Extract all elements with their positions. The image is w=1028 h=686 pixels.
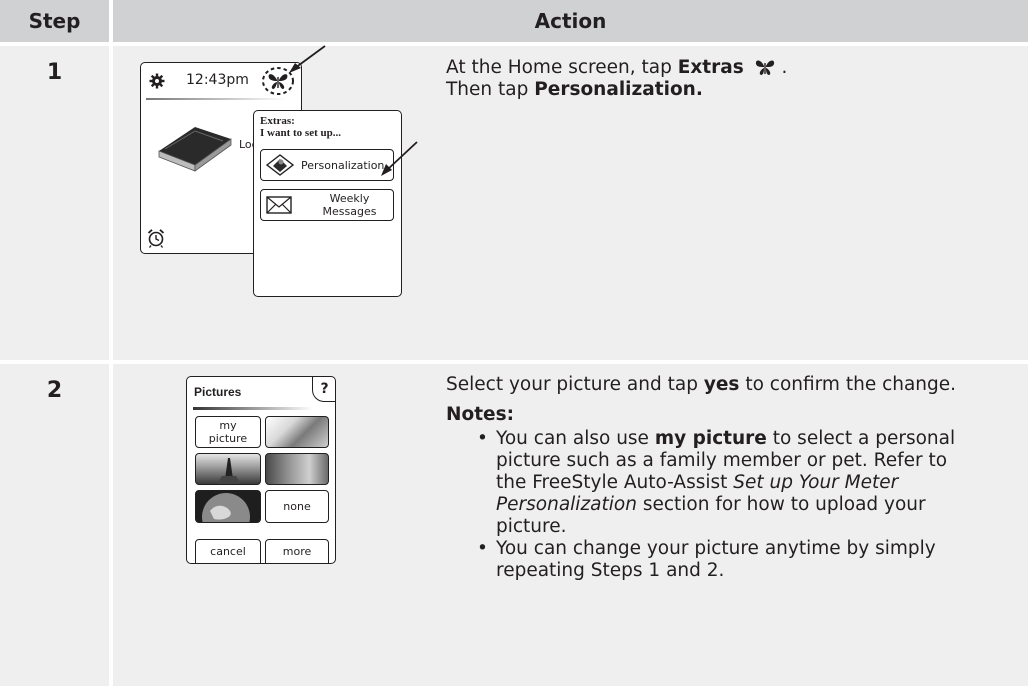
home-time: 12:43pm xyxy=(186,72,249,88)
photo-tile-earth[interactable] xyxy=(195,490,261,523)
cancel-button[interactable]: cancel xyxy=(195,539,261,563)
note-bullet-1-segment: my picture xyxy=(654,428,767,449)
note-bullet-1-segment: You can also use xyxy=(496,428,655,449)
note-bullet-2: You can change your picture anytime by s… xyxy=(446,538,974,582)
extras-title: Extras: xyxy=(260,115,295,127)
my-picture-button[interactable]: my picture xyxy=(195,416,261,448)
step-number-2: 2 xyxy=(0,364,109,686)
photo-tile-tower[interactable] xyxy=(195,453,261,485)
extras-screen: Extras: I want to set up... Personalizat… xyxy=(253,110,402,297)
instruction-2: Select your picture and tap yes to confi… xyxy=(446,374,1016,582)
home-divider xyxy=(146,98,286,100)
alarm-clock-icon[interactable] xyxy=(147,228,165,248)
action-cell-1: 12:43pm Logb xyxy=(113,45,1028,360)
step-number-1: 1 xyxy=(0,46,109,360)
gear-icon xyxy=(149,73,165,89)
envelope-icon xyxy=(266,196,292,214)
extras-term: Extras xyxy=(677,57,744,78)
photo-tile-dog[interactable] xyxy=(265,453,329,485)
my-picture-label-1: my xyxy=(219,419,237,432)
butterfly-inline-icon xyxy=(755,60,774,75)
instruction-1-punct: . xyxy=(775,57,788,78)
none-button[interactable]: none xyxy=(265,490,329,523)
pictures-screen: Pictures ? my picture none cancel more xyxy=(186,376,336,564)
more-button[interactable]: more xyxy=(265,539,329,563)
note-bullet-1: You can also use my picture to select a … xyxy=(446,428,974,538)
weekly-messages-label: Weekly Messages xyxy=(322,192,377,218)
help-button[interactable]: ? xyxy=(312,377,335,402)
pictures-divider xyxy=(193,407,313,410)
yes-term: yes xyxy=(703,374,740,395)
earth-icon xyxy=(202,493,250,522)
instruction-table: Step Action 1 12:43pm Extras: I want to … xyxy=(0,0,1028,686)
instruction-1-line2: Then tap xyxy=(446,79,535,100)
personalization-icon xyxy=(265,154,295,176)
instruction-2-text: Select your picture and tap xyxy=(446,374,704,395)
notes-title: Notes: xyxy=(446,404,514,425)
book-icon[interactable] xyxy=(155,121,235,173)
extras-subtitle: I want to set up... xyxy=(260,127,341,139)
pointer-arrow-icon-2 xyxy=(381,141,418,176)
photo-tile-hand[interactable] xyxy=(265,416,329,448)
instruction-2-post: to confirm the change. xyxy=(739,374,957,395)
pictures-title: Pictures xyxy=(194,385,242,399)
my-picture-label-2: picture xyxy=(208,432,248,445)
personalization-label: Personalization xyxy=(301,158,385,172)
personalization-term: Personalization. xyxy=(534,79,703,100)
instruction-1-text: At the Home screen, tap xyxy=(446,57,678,78)
tower-icon xyxy=(217,458,241,484)
step-column-header: Step xyxy=(0,0,109,42)
action-column-header: Action xyxy=(113,0,1028,42)
instruction-1: At the Home screen, tap Extras . Then ta… xyxy=(446,57,1016,101)
pointer-arrow-icon xyxy=(289,45,326,73)
action-cell-2: Pictures ? my picture none cancel more S… xyxy=(113,364,1028,686)
